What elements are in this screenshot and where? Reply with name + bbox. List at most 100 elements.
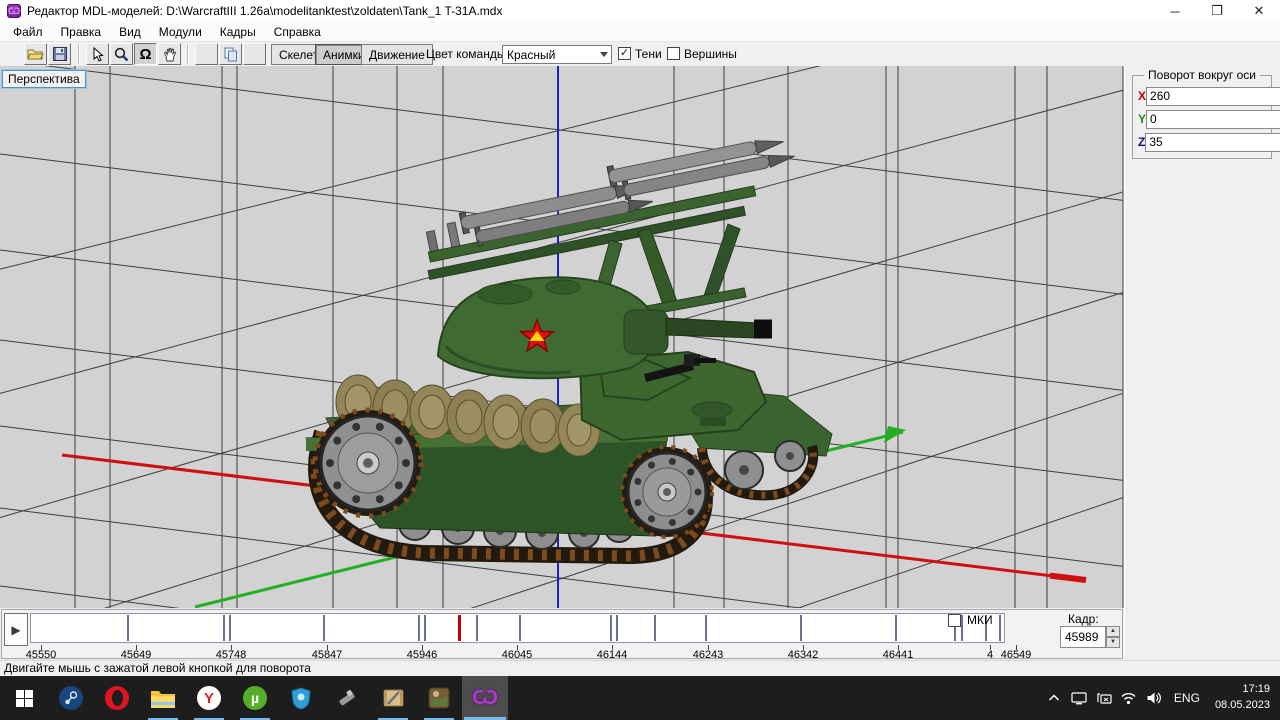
frame-spin-up-button[interactable]: ▲ <box>1106 626 1120 637</box>
app-window: Ѡ Редактор MDL-моделей: D:\WarcraftIII 1… <box>0 0 1280 720</box>
floppy-icon <box>52 47 67 61</box>
vertices-checkbox[interactable] <box>667 47 680 60</box>
frame-input[interactable] <box>1060 626 1106 648</box>
rotation-groupbox: Поворот вокруг оси X Y Z <box>1132 68 1280 159</box>
copy-icon <box>224 47 237 61</box>
taskbar-item-mdl-editor[interactable]: Ѡ <box>462 676 508 720</box>
cast-display-icon[interactable] <box>1070 689 1088 707</box>
open-button[interactable] <box>24 43 47 65</box>
timeline-key-mark <box>609 615 612 641</box>
opera-icon <box>105 686 129 710</box>
rotation-title: Поворот вокруг оси <box>1144 68 1260 82</box>
frame-label: Кадр: <box>1068 612 1099 626</box>
play-button[interactable]: ▶ <box>4 613 28 646</box>
timeline-key-mark <box>615 615 618 641</box>
taskbar-item-explorer[interactable] <box>140 676 186 720</box>
tank-model <box>304 140 833 565</box>
viewport-mode-label[interactable]: Перспектива <box>1 69 87 89</box>
zoom-tool-button[interactable] <box>110 43 133 65</box>
timeline-key-mark <box>895 615 898 641</box>
toolbar-separator <box>78 44 80 64</box>
rotate-icon: Ω <box>139 45 152 63</box>
x-axis-label: X <box>1138 89 1147 103</box>
minimize-button[interactable]: ─ <box>1154 0 1196 22</box>
start-button[interactable] <box>0 676 48 720</box>
warcraft-icon <box>428 687 450 709</box>
volume-icon[interactable] <box>1145 689 1163 707</box>
z-axis-label: Z <box>1138 135 1146 149</box>
rotation-panel: Поворот вокруг оси X Y Z <box>1124 66 1280 660</box>
menu-item-4[interactable]: Модули <box>150 23 211 41</box>
mki-checkbox[interactable] <box>948 614 961 627</box>
team-color-select[interactable]: Красный <box>502 45 612 64</box>
vertices-label: Вершины <box>684 47 737 61</box>
menu-item-3[interactable]: Вид <box>110 23 150 41</box>
status-bar: Двигайте мышь с зажатой левой кнопкой дл… <box>0 660 1280 676</box>
wifi-icon[interactable] <box>1120 689 1138 707</box>
menu-item-6[interactable]: Справка <box>265 23 330 41</box>
taskbar-item-warcraft[interactable] <box>416 676 462 720</box>
pan-tool-button[interactable] <box>158 43 181 65</box>
menu-item-5[interactable]: Кадры <box>211 23 265 41</box>
y-rotation-input[interactable] <box>1146 109 1280 129</box>
menu-bar: Файл Правка Вид Модули Кадры Справка <box>0 22 1280 42</box>
taskbar-item-utorrent[interactable]: µ <box>232 676 278 720</box>
title-bar: Ѡ Редактор MDL-моделей: D:\WarcraftIII 1… <box>0 0 1280 22</box>
windows-logo-icon <box>15 689 33 707</box>
taskbar-item-steam[interactable] <box>48 676 94 720</box>
timeline-key-mark <box>653 615 656 641</box>
copy-button[interactable] <box>219 43 242 65</box>
input-indicator-icon[interactable] <box>1095 689 1113 707</box>
menu-item-2[interactable]: Правка <box>52 23 111 41</box>
window-title: Редактор MDL-моделей: D:\WarcraftIII 1.2… <box>27 4 503 18</box>
save-button[interactable] <box>48 43 71 65</box>
grid-and-axes <box>0 66 1123 608</box>
timeline-key-mark <box>961 615 964 641</box>
taskbar-item-yandex[interactable]: Y <box>186 676 232 720</box>
taskbar-item-vpn[interactable] <box>278 676 324 720</box>
cursor-icon <box>93 46 104 62</box>
z-rotation-input[interactable] <box>1145 132 1280 152</box>
taskbar: Y µ Ѡ ENG 17:19 08.05.2023 <box>0 676 1280 720</box>
select-tool-button[interactable] <box>86 43 109 65</box>
timeline-key-mark <box>322 615 325 641</box>
empty-tool-button[interactable] <box>195 43 218 65</box>
scroll-dagger-icon <box>383 689 403 707</box>
rotate-tool-button[interactable]: Ω <box>134 43 157 65</box>
frame-spin-down-button[interactable]: ▼ <box>1106 637 1120 648</box>
taskbar-item-tool[interactable] <box>324 676 370 720</box>
shadows-checkbox[interactable]: ✓ <box>618 47 631 60</box>
tray-chevron-icon[interactable] <box>1045 689 1063 707</box>
utorrent-icon: µ <box>243 686 267 710</box>
taskbar-item-opera[interactable] <box>94 676 140 720</box>
timeline-key-mark <box>127 615 130 641</box>
team-color-value: Красный <box>507 47 556 62</box>
taskbar-item-worldeditor[interactable] <box>370 676 416 720</box>
usb-stick-icon <box>339 689 355 706</box>
toolbar: Ω Скелет Анимки Движение Цвет команды: К… <box>0 42 1280 66</box>
timeline-key-mark <box>418 615 421 641</box>
viewport-3d[interactable]: Перспектива <box>0 66 1124 608</box>
timeline-key-mark <box>222 615 225 641</box>
maximize-button[interactable]: ❐ <box>1196 0 1238 22</box>
tray-date: 08.05.2023 <box>1214 699 1270 711</box>
x-rotation-input[interactable] <box>1146 86 1280 106</box>
empty-tool-button-2[interactable] <box>243 43 266 65</box>
team-color-label: Цвет команды: <box>426 47 509 61</box>
mdl-editor-icon: Ѡ <box>472 686 498 709</box>
close-button[interactable]: ✕ <box>1238 0 1280 22</box>
yandex-icon: Y <box>197 686 221 710</box>
timeline-panel: ▶ 45550 45649 45748 45847 45946 46045 46144 462… <box>0 608 1124 661</box>
language-indicator[interactable]: ENG <box>1170 691 1204 705</box>
folder-icon <box>151 690 175 708</box>
app-icon: Ѡ <box>7 4 21 18</box>
tray-time: 17:19 <box>1242 683 1270 696</box>
timeline-track[interactable] <box>30 613 1005 643</box>
clock[interactable]: 17:19 08.05.2023 <box>1211 682 1270 714</box>
timeline-key-mark <box>424 615 427 641</box>
timeline-key-mark <box>228 615 231 641</box>
movement-mode-button[interactable]: Движение <box>361 44 433 65</box>
timeline-key-mark <box>475 615 478 641</box>
timeline-key-mark <box>705 615 708 641</box>
menu-item-1[interactable]: Файл <box>4 23 52 41</box>
